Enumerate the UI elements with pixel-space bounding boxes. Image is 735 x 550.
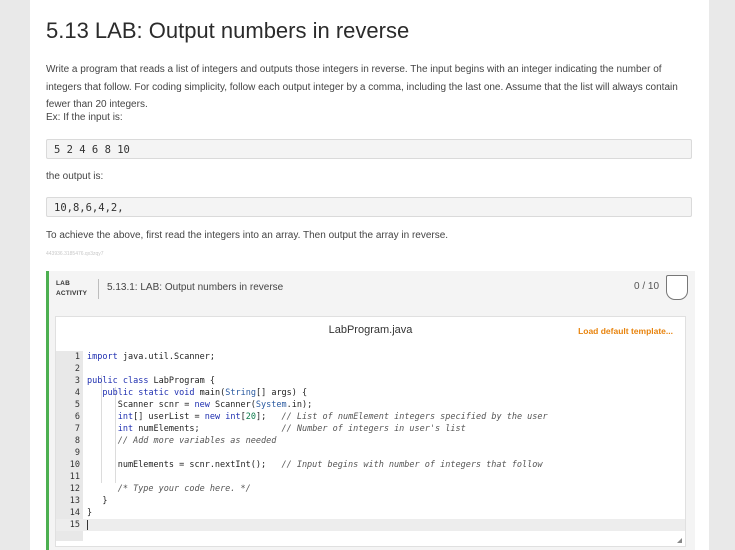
code-text: // Add more variables as needed	[117, 436, 277, 446]
line-number: 3	[74, 376, 80, 386]
code-text: public class LabProgram {	[87, 376, 215, 386]
code-line: 3 public class LabProgram {	[56, 375, 685, 387]
example-input-box: 5 2 4 6 8 10	[46, 139, 692, 159]
code-text: }	[87, 496, 108, 506]
line-number: 2	[74, 364, 80, 374]
achieve-text: To achieve the above, first read the int…	[46, 230, 449, 241]
line-number: 6	[74, 412, 80, 422]
line-number: 5	[74, 400, 80, 410]
code-line: 8 // Add more variables as needed	[56, 435, 685, 447]
line-number: 12	[69, 484, 80, 494]
resize-handle-icon[interactable]	[677, 538, 682, 543]
line-number: 14	[69, 508, 80, 518]
load-default-template-link[interactable]: Load default template...	[578, 326, 673, 336]
score-badge-icon	[666, 275, 688, 300]
code-text	[87, 519, 88, 531]
lab-header-divider	[98, 279, 99, 299]
example-output-box: 10,8,6,4,2,	[46, 197, 692, 217]
code-line: 11	[56, 471, 685, 483]
code-line: 14}	[56, 507, 685, 519]
example-output-label: the output is:	[46, 171, 104, 182]
line-number: 13	[69, 496, 80, 506]
page-title: 5.13 LAB: Output numbers in reverse	[46, 18, 410, 43]
line-number: 8	[74, 436, 80, 446]
line-number: 10	[69, 460, 80, 470]
text-cursor	[87, 519, 88, 530]
code-text: /* Type your code here. */	[117, 484, 251, 494]
code-line: 1 import java.util.Scanner;	[56, 351, 685, 363]
code-line: 6 int[] userList = new int[20]; // List …	[56, 411, 685, 423]
lab-score: 0 / 10	[634, 281, 660, 292]
code-line: 10 numElements = scnr.nextInt(); // Inpu…	[56, 459, 685, 471]
line-number: 9	[74, 448, 80, 458]
code-line: 5 Scanner scnr = new Scanner(System.in);	[56, 399, 685, 411]
lab-tag-line1: LAB	[56, 280, 70, 287]
lab-tag-line2: ACTIVITY	[56, 290, 88, 297]
line-number: 1	[74, 352, 80, 362]
code-text: public static void main(String[] args) {	[102, 388, 308, 398]
lab-description: Write a program that reads a list of int…	[46, 64, 678, 110]
example-input-label: Ex: If the input is:	[46, 112, 123, 123]
lab-activity-title: 5.13.1: LAB: Output numbers in reverse	[107, 282, 284, 293]
code-line: 4 public static void main(String[] args)…	[56, 387, 685, 399]
code-text: numElements = scnr.nextInt(); // Input b…	[87, 460, 543, 470]
code-line-active[interactable]: 15	[56, 519, 685, 531]
page: 5.13 LAB: Output numbers in reverse Writ…	[30, 0, 709, 550]
code-area[interactable]: 1 import java.util.Scanner; 2 3 public cla…	[56, 351, 685, 541]
code-line: 12 /* Type your code here. */	[56, 483, 685, 495]
lab-activity-panel: LAB ACTIVITY 5.13.1: LAB: Output numbers…	[46, 271, 695, 550]
line-number: 11	[69, 472, 80, 482]
code-line: 13 }	[56, 495, 685, 507]
content-id: 443936.3185476.qx3zqy7	[46, 251, 104, 257]
code-line: 2	[56, 363, 685, 375]
code-line: 9	[56, 447, 685, 459]
code-editor: LabProgram.java Load default template...…	[55, 316, 686, 547]
editor-header: LabProgram.java Load default template...	[56, 317, 685, 345]
code-text: Scanner scnr = new Scanner(System.in);	[87, 400, 313, 410]
code-text: int[] userList = new int[20]; // List of…	[117, 412, 548, 422]
line-number: 15	[69, 520, 80, 530]
code-text: }	[87, 508, 93, 518]
line-number: 7	[74, 424, 80, 434]
code-line: 7 int numElements; // Number of integers…	[56, 423, 685, 435]
lab-activity-tag: LAB ACTIVITY	[56, 279, 87, 299]
code-text: int numElements; // Number of integers i…	[117, 424, 466, 434]
code-text: import java.util.Scanner;	[87, 352, 215, 362]
line-number: 4	[74, 388, 80, 398]
